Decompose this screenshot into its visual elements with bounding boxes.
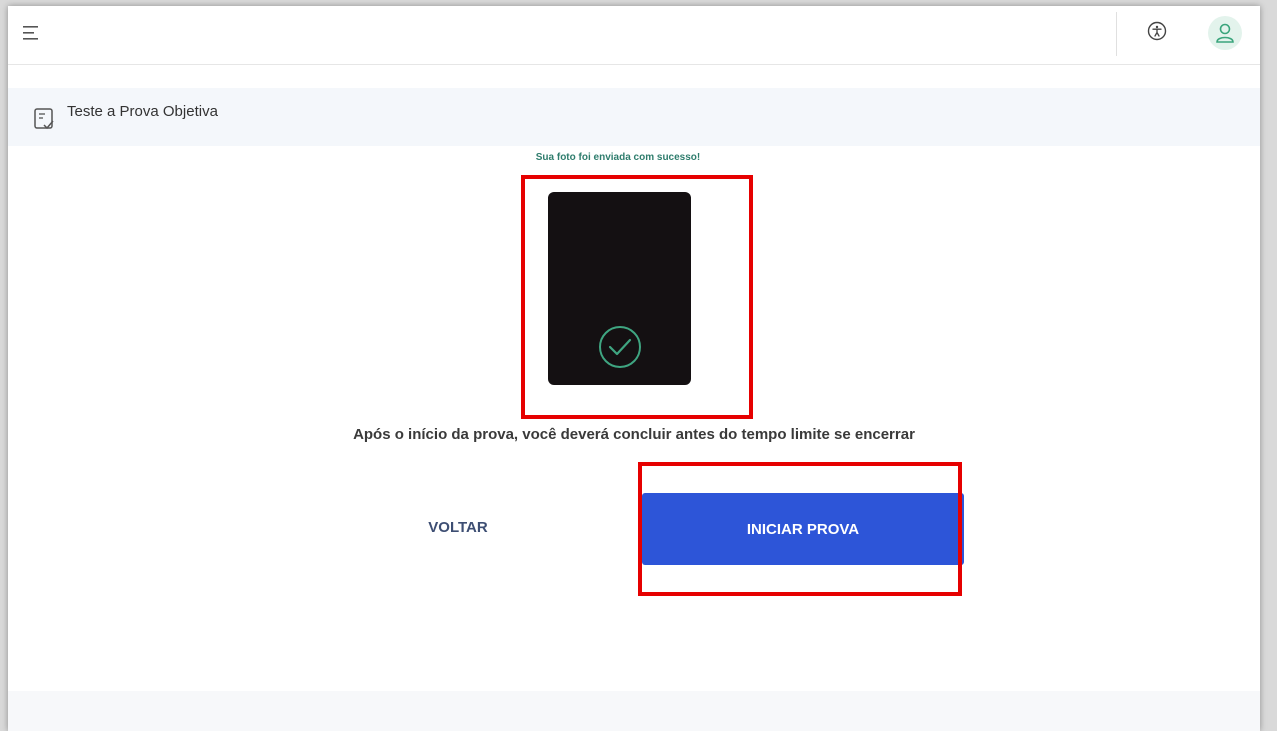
footer-area (8, 691, 1260, 731)
page-title: Teste a Prova Objetiva (67, 103, 218, 120)
topbar-divider (1116, 12, 1117, 56)
user-avatar[interactable] (1208, 16, 1242, 50)
exam-instruction: Após o início da prova, você deverá conc… (353, 426, 915, 443)
hamburger-menu-icon[interactable] (22, 24, 42, 42)
app-window: Teste a Prova Objetiva Sua foto foi envi… (8, 6, 1260, 731)
main-content: Sua foto foi enviada com sucesso! Após o… (8, 146, 1260, 731)
photo-highlight-box (521, 175, 753, 419)
accessibility-icon[interactable] (1146, 20, 1168, 42)
top-bar (8, 6, 1260, 65)
back-button[interactable]: VOLTAR (388, 504, 528, 550)
user-icon (1216, 23, 1234, 43)
page-title-bar: Teste a Prova Objetiva (8, 88, 1260, 146)
exam-checklist-icon (32, 106, 58, 132)
start-exam-button[interactable]: INICIAR PROVA (642, 493, 964, 565)
